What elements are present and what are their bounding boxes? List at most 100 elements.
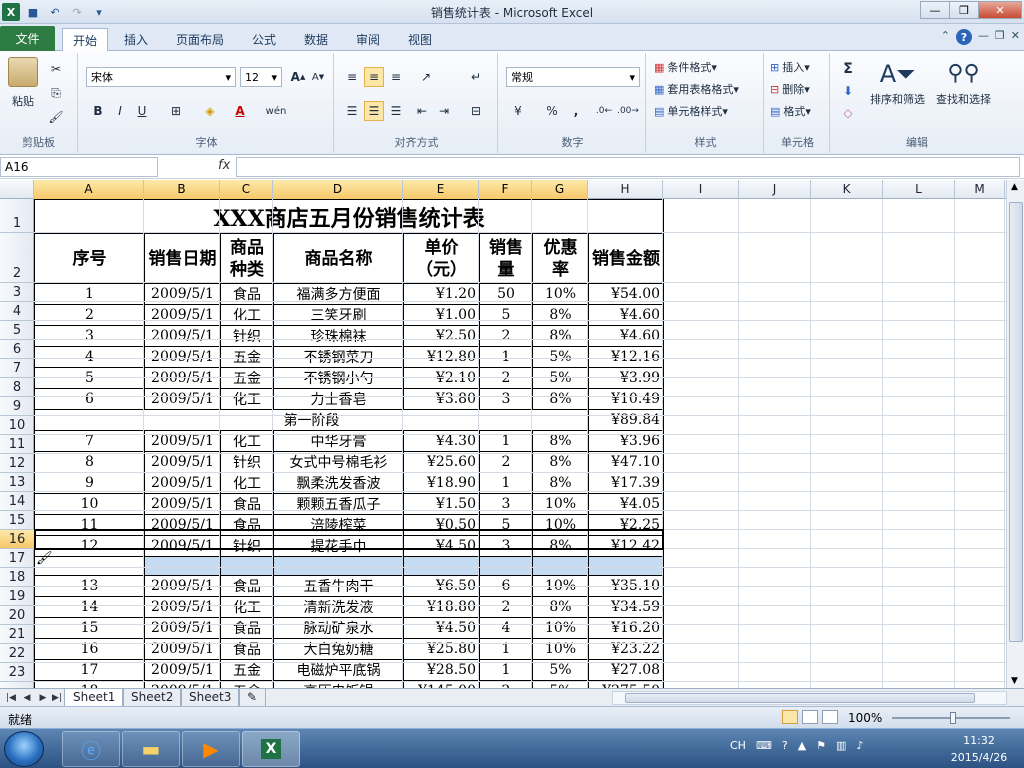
table-cell[interactable]: 1 — [479, 638, 533, 660]
column-header-cell[interactable]: 序号 — [34, 233, 145, 284]
close-button[interactable]: ✕ — [978, 1, 1022, 19]
table-cell[interactable]: 五金 — [220, 346, 274, 368]
table-cell[interactable]: ¥47.10 — [587, 451, 665, 473]
row-header-14[interactable]: 14 — [0, 492, 34, 511]
font-size-combo[interactable]: 12 ▾ — [240, 67, 282, 87]
vertical-scroll-thumb[interactable] — [1009, 202, 1023, 642]
zoom-slider[interactable] — [892, 712, 1010, 724]
table-cell[interactable]: ¥3.99 — [587, 367, 665, 389]
table-cell[interactable]: ¥23.22 — [587, 638, 665, 660]
increase-indent-icon[interactable]: ⇥ — [434, 101, 454, 121]
row-header-21[interactable]: 21 — [0, 625, 34, 644]
table-cell[interactable]: ¥4.50 — [403, 535, 480, 557]
doc-minimize-icon[interactable]: — — [978, 29, 989, 45]
tab-review[interactable]: 审阅 — [346, 28, 390, 51]
row-header-8[interactable]: 8 — [0, 378, 34, 397]
column-header-l[interactable]: L — [883, 180, 955, 199]
empty-cell[interactable] — [587, 556, 665, 576]
table-cell[interactable]: 5 — [479, 514, 533, 536]
table-cell[interactable]: 6 — [34, 388, 145, 410]
table-cell[interactable]: 不锈钢小勺 — [273, 367, 404, 389]
ime-indicator[interactable]: CH — [730, 739, 746, 752]
find-select-button[interactable]: ⚲⚲ 查找和选择 — [936, 57, 991, 107]
table-cell[interactable]: ¥34.59 — [587, 596, 665, 618]
sheet-tab-sheet1[interactable]: Sheet1 — [64, 689, 125, 706]
sheet-tab-sheet3[interactable]: Sheet3 — [180, 689, 241, 706]
table-cell[interactable]: ¥16.20 — [587, 617, 665, 639]
table-cell[interactable]: 针织 — [220, 325, 274, 347]
row-header-10[interactable]: 10 — [0, 416, 34, 435]
align-bottom-icon[interactable]: ≡ — [386, 67, 406, 87]
table-cell[interactable]: ¥10.49 — [587, 388, 665, 410]
table-cell[interactable]: 珍珠棉袜 — [273, 325, 404, 347]
table-cell[interactable]: ¥12.42 — [587, 535, 665, 557]
sheet-tab-sheet2[interactable]: Sheet2 — [122, 689, 183, 706]
table-cell[interactable]: 2009/5/1 — [144, 493, 221, 515]
table-cell[interactable]: 不锈钢菜刀 — [273, 346, 404, 368]
tab-insert[interactable]: 插入 — [114, 28, 158, 51]
table-cell[interactable]: 8% — [532, 304, 589, 326]
column-header-e[interactable]: E — [403, 180, 479, 199]
explorer-taskbar-icon[interactable]: ▬ — [122, 731, 180, 767]
row-header-6[interactable]: 6 — [0, 340, 34, 359]
column-header-i[interactable]: I — [663, 180, 739, 199]
next-sheet-icon[interactable]: ▶ — [36, 691, 50, 705]
tab-view[interactable]: 视图 — [398, 28, 442, 51]
format-as-table-button[interactable]: ▦ 套用表格格式 ▾ — [654, 81, 739, 97]
media-player-taskbar-icon[interactable]: ▶ — [182, 731, 240, 767]
accounting-format-icon[interactable]: ¥ — [508, 101, 528, 121]
table-cell[interactable]: 提花手巾 — [273, 535, 404, 557]
minimize-button[interactable]: — — [920, 1, 950, 19]
decrease-decimal-icon[interactable]: .00→ — [617, 101, 639, 121]
table-cell[interactable]: 8% — [532, 535, 589, 557]
table-cell[interactable]: 女式中号棉毛衫 — [273, 451, 404, 473]
empty-cell[interactable] — [532, 556, 589, 576]
table-cell[interactable]: 大白兔奶糖 — [273, 638, 404, 660]
table-cell[interactable]: 3 — [34, 325, 145, 347]
table-cell[interactable]: 5 — [34, 367, 145, 389]
column-header-m[interactable]: M — [955, 180, 1005, 199]
table-cell[interactable]: 力士香皂 — [273, 388, 404, 410]
worksheet[interactable]: ABCDEFGHIJKLM 1 2 3 4 5 6 7 8 9 10 11 12 13 14 15 16 17 1… — [0, 180, 1006, 688]
row-header-15[interactable]: 15 — [0, 511, 34, 530]
table-cell[interactable]: 8% — [532, 451, 589, 473]
table-cell[interactable]: 8% — [532, 325, 589, 347]
doc-close-icon[interactable]: ✕ — [1011, 29, 1020, 45]
table-cell[interactable]: 五金 — [220, 367, 274, 389]
horizontal-scrollbar[interactable] — [612, 691, 1007, 705]
column-header-k[interactable]: K — [811, 180, 883, 199]
table-cell[interactable]: 10 — [34, 493, 145, 515]
row-header-12[interactable]: 12 — [0, 454, 34, 473]
table-cell[interactable]: 2 — [34, 304, 145, 326]
table-cell[interactable]: 1 — [479, 346, 533, 368]
table-cell[interactable]: 16 — [34, 638, 145, 660]
table-cell[interactable]: 2009/5/1 — [144, 535, 221, 557]
wrap-text-icon[interactable]: ↵ — [466, 67, 486, 87]
table-cell[interactable]: 涪陵榨菜 — [273, 514, 404, 536]
empty-cell[interactable] — [479, 556, 533, 576]
conditional-format-button[interactable]: ▦ 条件格式 ▾ — [654, 59, 717, 75]
zoom-level[interactable]: 100% — [848, 711, 882, 725]
subtotal-label[interactable]: 第一阶段 — [34, 409, 589, 431]
last-sheet-icon[interactable]: ▶| — [50, 691, 64, 705]
table-cell[interactable]: 2009/5/1 — [144, 367, 221, 389]
font-name-combo[interactable]: 宋体 ▾ — [86, 67, 236, 87]
align-right-icon[interactable]: ☰ — [386, 101, 406, 121]
flag-icon[interactable]: ⚑ — [816, 739, 826, 752]
decrease-indent-icon[interactable]: ⇤ — [412, 101, 432, 121]
table-cell[interactable]: 2 — [479, 596, 533, 618]
table-cell[interactable]: 10% — [532, 617, 589, 639]
table-cell[interactable]: 食品 — [220, 617, 274, 639]
row-header-19[interactable]: 19 — [0, 587, 34, 606]
column-header-cell[interactable]: 销售日期 — [144, 233, 221, 284]
tab-home[interactable]: 开始 — [62, 28, 109, 52]
table-cell[interactable]: 3 — [479, 388, 533, 410]
column-header-j[interactable]: J — [739, 180, 811, 199]
empty-cell[interactable] — [144, 556, 221, 576]
align-center-icon[interactable]: ☰ — [364, 101, 384, 121]
sort-filter-button[interactable]: A⏷ 排序和筛选 — [870, 57, 925, 107]
row-header-13[interactable]: 13 — [0, 473, 34, 492]
align-middle-icon[interactable]: ≡ — [364, 67, 384, 87]
column-header-cell[interactable]: 单价（元） — [403, 233, 480, 284]
fill-icon[interactable]: ⬇ — [838, 81, 858, 101]
